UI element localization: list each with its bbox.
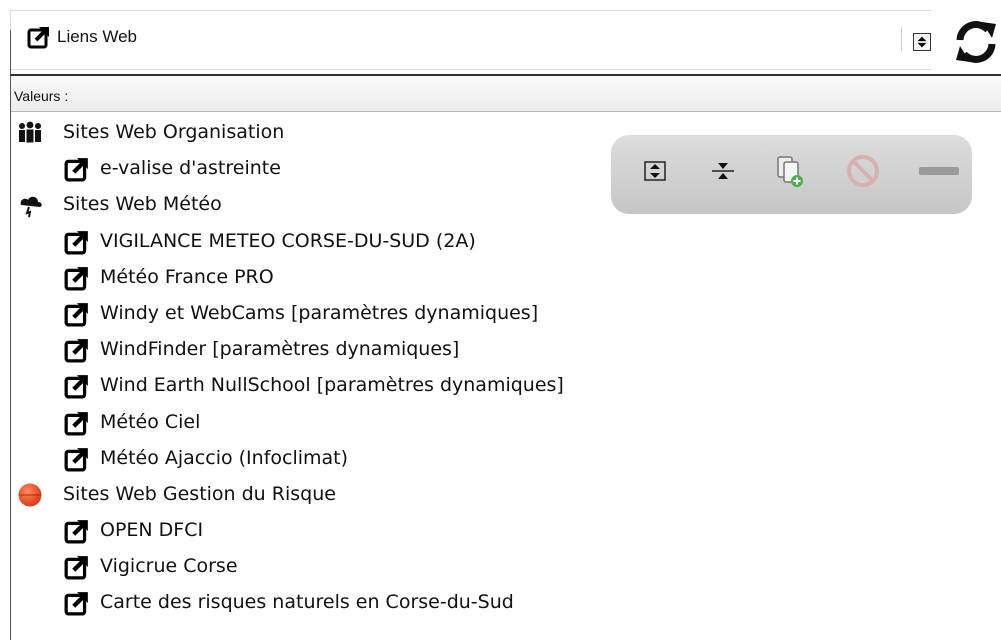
external-link-icon bbox=[64, 303, 88, 327]
tree-item-label: VIGILANCE METEO CORSE-DU-SUD (2A) bbox=[100, 229, 476, 252]
minus-bar-icon[interactable] bbox=[913, 151, 963, 191]
tree-item[interactable]: OPEN DFCI bbox=[11, 513, 1001, 549]
tree-item[interactable]: VIGILANCE METEO CORSE-DU-SUD (2A) bbox=[11, 224, 1001, 260]
tree-item[interactable]: Météo France PRO bbox=[11, 260, 1001, 296]
external-link-icon bbox=[64, 447, 88, 472]
values-header-label: Valeurs : bbox=[14, 88, 69, 104]
external-link-icon bbox=[64, 411, 88, 435]
external-link-icon bbox=[64, 339, 88, 363]
tree-item-label: e-valise d'astreinte bbox=[100, 157, 281, 180]
tree-item[interactable]: Météo Ciel bbox=[11, 405, 1001, 441]
tree-group-risque[interactable]: Sites Web Gestion du Risque bbox=[11, 477, 1001, 513]
tree-item-label: Wind Earth NullSchool [paramètres dynami… bbox=[100, 374, 564, 397]
refresh-icon[interactable] bbox=[952, 18, 1000, 66]
tree-group-label: Sites Web Organisation bbox=[63, 121, 285, 143]
tree-item[interactable]: Wind Earth NullSchool [paramètres dynami… bbox=[11, 368, 1001, 404]
external-link-icon bbox=[64, 230, 88, 255]
expand-all-icon[interactable] bbox=[635, 151, 675, 191]
top-bar: Liens Web bbox=[0, 0, 1001, 76]
tree-item-label: Météo Ajaccio (Infoclimat) bbox=[100, 446, 349, 469]
tree-item-label: Carte des risques naturels en Corse-du-S… bbox=[100, 591, 514, 614]
external-link-icon bbox=[64, 520, 88, 544]
tree-item[interactable]: Carte des risques naturels en Corse-du-S… bbox=[11, 585, 1001, 621]
tree-item-label: Météo France PRO bbox=[100, 265, 274, 288]
external-link-icon bbox=[64, 556, 88, 580]
red-circle-icon bbox=[18, 483, 42, 507]
category-combo[interactable]: Liens Web bbox=[10, 10, 932, 70]
people-group-icon bbox=[19, 121, 41, 143]
tree-item-label: WindFinder [paramètres dynamiques] bbox=[100, 338, 460, 361]
tree-item-label: OPEN DFCI bbox=[100, 519, 204, 542]
values-header: Valeurs : bbox=[11, 76, 1001, 112]
storm-cloud-icon bbox=[20, 197, 42, 218]
copy-add-icon[interactable] bbox=[769, 151, 809, 191]
external-link-icon bbox=[64, 592, 88, 616]
tree-item-label: Vigicrue Corse bbox=[100, 555, 238, 578]
tree-group-label: Sites Web Météo bbox=[63, 193, 222, 216]
collapse-all-icon[interactable] bbox=[703, 151, 743, 191]
tree-group-label: Sites Web Gestion du Risque bbox=[63, 482, 336, 505]
spin-updown-icon[interactable] bbox=[913, 33, 931, 51]
tree-item[interactable]: Météo Ajaccio (Infoclimat) bbox=[11, 441, 1001, 477]
tree-item[interactable]: WindFinder [paramètres dynamiques] bbox=[11, 332, 1001, 368]
forbidden-icon[interactable] bbox=[843, 151, 883, 191]
external-link-icon bbox=[64, 158, 88, 182]
external-link-icon bbox=[27, 27, 49, 49]
combo-label: Liens Web bbox=[57, 27, 138, 46]
floating-toolbar bbox=[611, 135, 972, 214]
tree-item-label: Windy et WebCams [paramètres dynamiques] bbox=[100, 301, 539, 324]
tree-item[interactable]: Vigicrue Corse bbox=[11, 549, 1001, 585]
external-link-icon bbox=[64, 266, 88, 291]
combo-divider bbox=[901, 27, 902, 51]
external-link-icon bbox=[64, 375, 88, 399]
tree-item-label: Météo Ciel bbox=[100, 410, 201, 433]
tree-item[interactable]: Windy et WebCams [paramètres dynamiques] bbox=[11, 296, 1001, 332]
